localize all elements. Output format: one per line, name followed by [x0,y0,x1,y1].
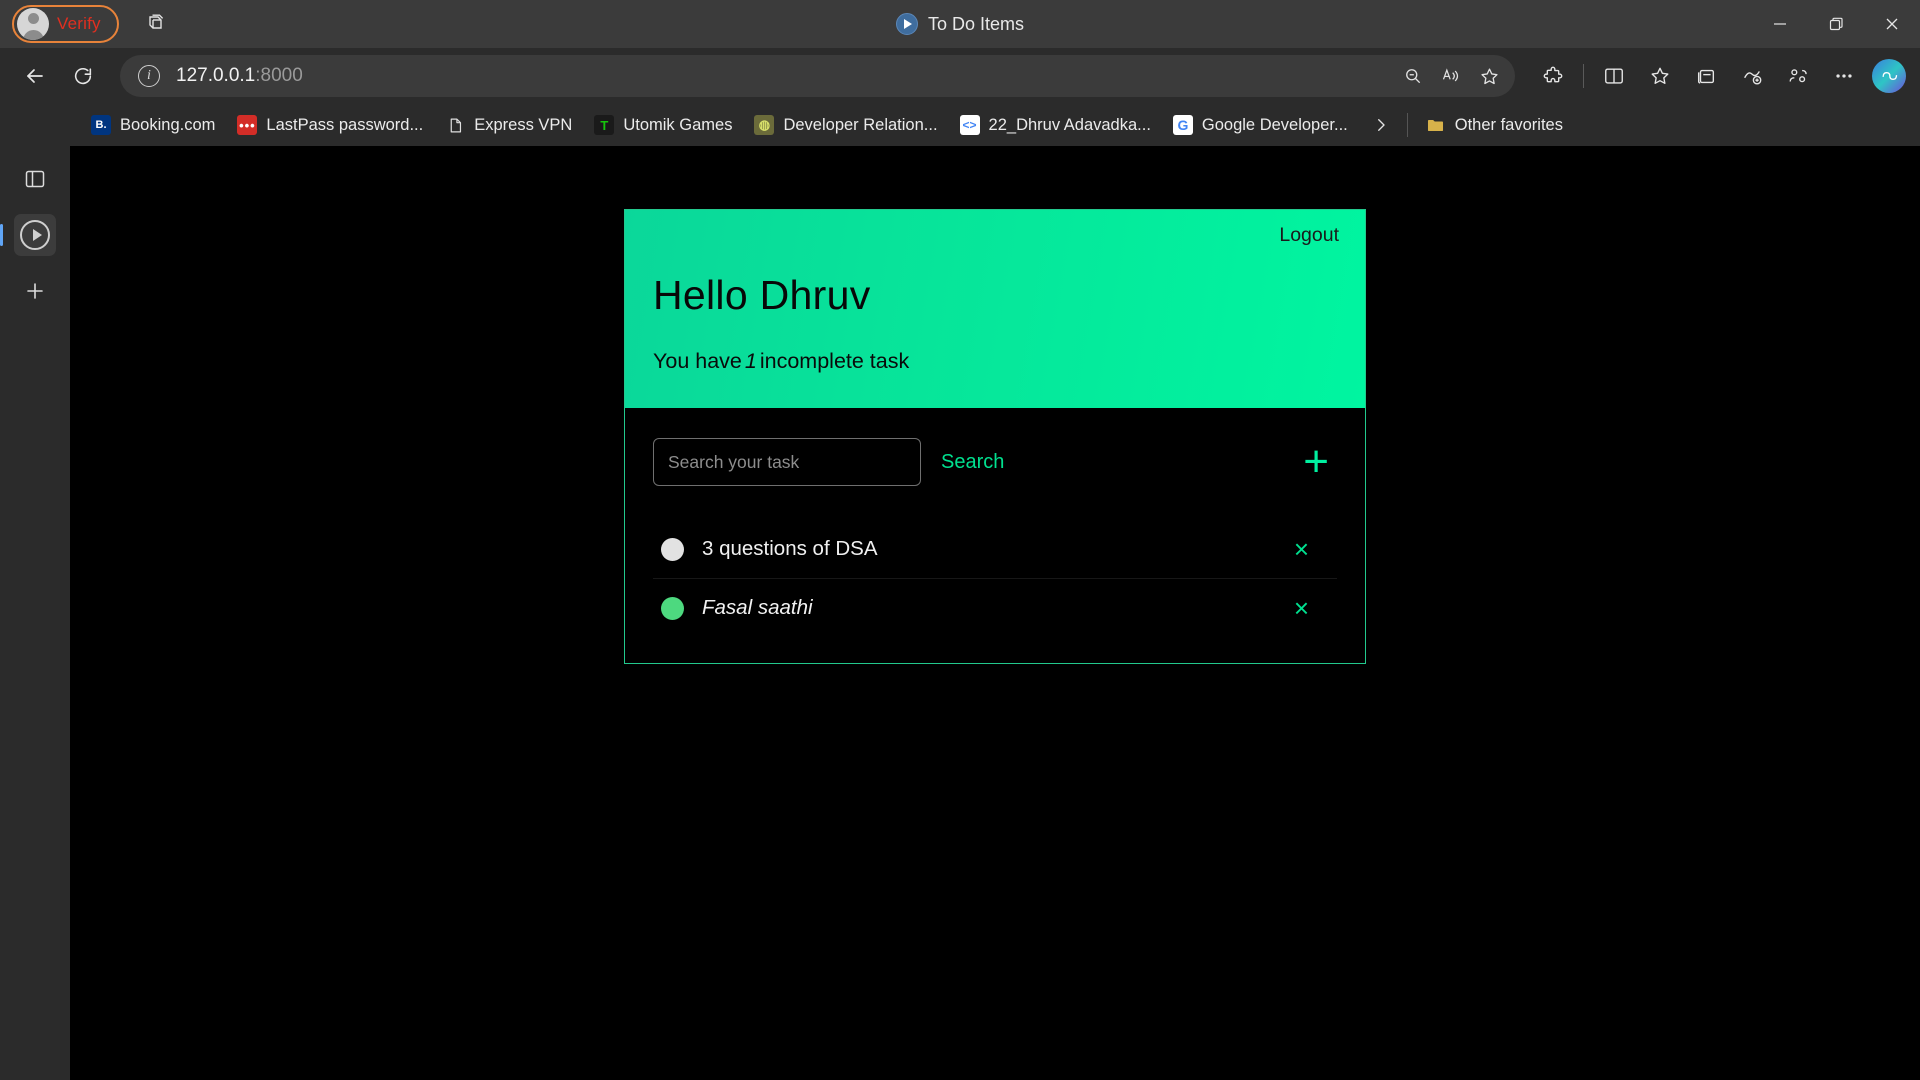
add-task-button[interactable]: + [1303,440,1337,484]
address-bar-actions [1395,58,1507,94]
bookmark-label: LastPass password... [266,115,424,134]
task-list: 3 questions of DSA × Fasal saathi × [653,520,1337,637]
booking-icon: B. [91,115,111,135]
active-tab[interactable]: To Do Items [0,0,1920,48]
search-row: Search + [653,438,1337,486]
status-badge[interactable] [661,596,684,620]
todo-card-header: Logout Hello Dhruv You have 1 incomplete t… [625,210,1365,408]
bookmark-label: Developer Relation... [783,115,938,134]
back-arrow-icon[interactable] [14,55,56,97]
browser-nav-bar: i 127.0.0.1:8000 [0,48,1920,104]
refresh-icon[interactable] [62,55,104,97]
bookmark-developer-relation[interactable]: ◍ Developer Relation... [743,110,948,140]
plus-icon[interactable] [14,270,56,312]
task-title: 3 questions of DSA [702,537,878,560]
bookmarks-divider [1406,113,1408,137]
chevron-right-icon[interactable] [1365,109,1397,141]
summary-suffix: incomplete task [759,349,910,373]
lastpass-icon: ••• [237,115,258,135]
window-controls [1752,0,1920,48]
url-text: 127.0.0.1:8000 [176,65,303,87]
profile-verify-button[interactable]: Verify [12,5,119,43]
browser-essentials-icon[interactable] [1730,55,1774,97]
bookmark-22-dhruv-adavadka[interactable]: <> 22_Dhruv Adavadka... [949,110,1162,140]
bookmark-booking[interactable]: B. Booking.com [80,110,226,140]
bookmark-google-developer[interactable]: G Google Developer... [1162,110,1359,140]
profile-verify-label: Verify [57,14,101,33]
todo-card: Logout Hello Dhruv You have 1 incomplete t… [624,209,1366,664]
search-button[interactable]: Search [941,451,1004,474]
close-icon[interactable]: × [1294,595,1333,621]
favorites-icon[interactable] [1638,55,1682,97]
collections-icon[interactable] [1684,55,1728,97]
utomik-icon: T [594,115,615,135]
browser-toolbar [1531,55,1906,97]
read-aloud-icon[interactable] [1433,58,1469,94]
left-sidebar [0,146,70,1080]
document-icon [445,115,465,135]
todo-card-body: Search + 3 questions of DSA × Fasal saat… [625,408,1365,663]
google-icon: G [1172,115,1193,135]
close-icon[interactable] [1864,0,1920,48]
table-row[interactable]: Fasal saathi × [653,578,1337,637]
table-row[interactable]: 3 questions of DSA × [653,520,1337,578]
workspaces-icon[interactable] [141,9,171,39]
logout-link[interactable]: Logout [1279,224,1339,247]
status-badge[interactable] [661,537,684,561]
incomplete-task-summary: You have 1 incomplete task [653,349,1337,374]
other-favorites-label: Other favorites [1454,115,1563,134]
favorite-star-icon[interactable] [1471,58,1507,94]
bookmark-utomik-games[interactable]: T Utomik Games [583,110,743,140]
restore-icon[interactable] [1808,0,1864,48]
page-area: Logout Hello Dhruv You have 1 incomplete t… [0,146,1920,1080]
settings-more-icon[interactable] [1822,55,1866,97]
folder-icon [1426,115,1446,135]
play-circle-icon [20,220,50,250]
play-circle-icon [895,13,918,35]
bookmark-label: Google Developer... [1201,115,1348,134]
bookmark-lastpass[interactable]: ••• LastPass password... [226,110,434,140]
task-title: Fasal saathi [702,596,813,619]
bookmark-express-vpn[interactable]: Express VPN [434,110,583,140]
close-icon[interactable]: × [1294,536,1333,562]
code-icon: <> [959,115,980,135]
toolbar-divider [1583,64,1584,88]
minimize-icon[interactable] [1752,0,1808,48]
summary-prefix: You have [653,349,742,373]
profile-switch-icon[interactable] [1776,55,1820,97]
page-title: Hello Dhruv [653,272,871,318]
browser-title-bar: Verify To Do Items [0,0,1920,48]
sidebar-item-active-site[interactable] [0,214,56,256]
zoom-out-icon[interactable] [1395,58,1431,94]
bookmarks-bar: B. Booking.com ••• LastPass password... … [0,104,1920,146]
other-favorites-button[interactable]: Other favorites [1418,110,1571,140]
bookmark-label: Booking.com [120,115,216,134]
url-port: :8000 [255,65,303,86]
bookmark-label: Express VPN [474,115,573,134]
incomplete-count: 1 [744,349,757,373]
bookmark-label: Utomik Games [623,115,733,134]
avatar-icon [17,8,49,40]
copilot-icon[interactable] [1872,59,1906,93]
split-screen-icon[interactable] [1592,55,1636,97]
tab-title-label: To Do Items [927,13,1025,34]
bookmark-label: 22_Dhruv Adavadka... [988,115,1151,134]
url-host: 127.0.0.1 [176,65,256,86]
search-input[interactable] [653,438,921,486]
split-pane-icon[interactable] [14,158,56,200]
info-icon[interactable]: i [138,65,160,87]
extensions-icon[interactable] [1531,55,1575,97]
address-bar[interactable]: i 127.0.0.1:8000 [120,55,1515,97]
avocado-icon: ◍ [754,115,775,135]
web-content-viewport: Logout Hello Dhruv You have 1 incomplete t… [70,146,1920,1080]
